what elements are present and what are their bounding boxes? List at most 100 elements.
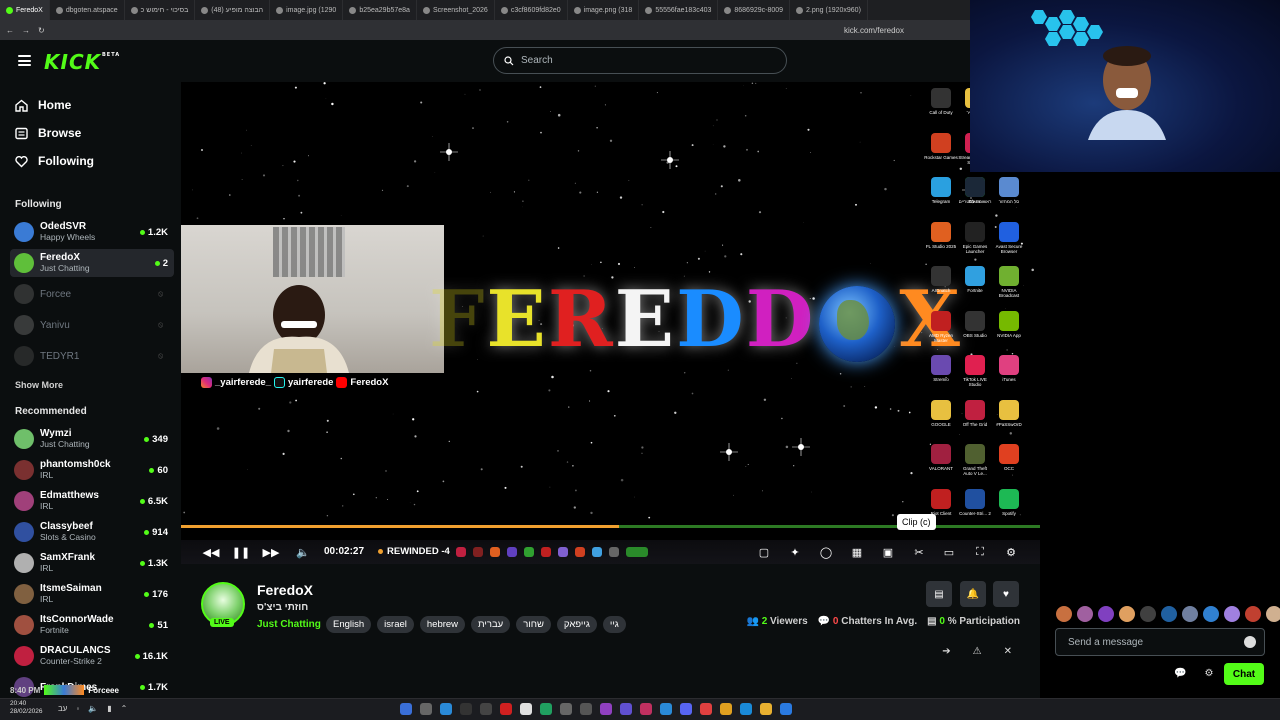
sidebar-channel-item[interactable]: TEDYR1 ⦸ <box>10 342 174 370</box>
browser-tab[interactable]: c3cf8609fd82e0 <box>495 0 568 20</box>
rewinded-indicator[interactable]: REWINDED -4 <box>378 546 450 557</box>
browser-tab[interactable]: 2.png (1920x960) <box>790 0 868 20</box>
sidebar-channel-item[interactable]: FeredoX Just Chatting 2 <box>10 249 174 277</box>
stream-title: חוזתי ביצ'ס <box>257 602 309 613</box>
channel-category: Slots & Casino <box>40 532 96 542</box>
channel-info: LIVE FeredoX חוזתי ביצ'ס Just Chatting E… <box>181 564 1040 720</box>
settings-gear-icon[interactable]: ⚙ <box>1204 668 1213 679</box>
browser-tab[interactable]: image.png (318 <box>568 0 640 20</box>
back-icon[interactable]: ← <box>6 26 14 35</box>
sidebar-channel-item[interactable]: SamXFrank IRL 1.3K <box>10 549 174 577</box>
desktop-app-icon: AMD Ryzen Master <box>924 310 958 343</box>
theater-mode-icon[interactable]: ▭ <box>941 544 957 560</box>
chat-message-input[interactable]: Send a message <box>1055 628 1265 656</box>
channel-category: IRL <box>40 594 54 604</box>
nav-browse[interactable]: Browse <box>15 126 81 140</box>
browser-tab[interactable]: Screenshot_2026 <box>417 0 495 20</box>
rewind-icon[interactable]: ◀◀ <box>203 544 220 560</box>
recommended-section-title: Recommended <box>15 406 87 417</box>
channel-name: DRACULANCS <box>40 645 111 656</box>
nav-following[interactable]: Following <box>15 154 94 168</box>
browser-tab[interactable]: dbgoten.atspace <box>50 0 125 20</box>
gift-sub-button[interactable]: ▤ <box>926 581 952 607</box>
fast-forward-icon[interactable]: ▶▶ <box>263 544 280 560</box>
show-more-button[interactable]: Show More <box>15 380 63 390</box>
sidebar-channel-item[interactable]: ItsConnorWade Fortnite 51 <box>10 611 174 639</box>
report-icon[interactable]: ⚠ <box>973 646 982 657</box>
stream-category[interactable]: Just Chatting <box>257 619 321 630</box>
desktop-app-icon: NVIDIA Broadcast <box>992 266 1026 298</box>
kick-logo[interactable]: KICK BETA <box>44 50 119 74</box>
sidebar-channel-item[interactable]: Classybeef Slots & Casino 914 <box>10 518 174 546</box>
sidebar-channel-item[interactable]: phantomsh0ck IRL 60 <box>10 456 174 484</box>
nav-home[interactable]: Home <box>15 98 71 112</box>
stats-icon[interactable]: ▦ <box>849 544 865 560</box>
follow-button[interactable]: ♥ <box>993 581 1019 607</box>
channel-name[interactable]: FeredoX <box>257 582 313 598</box>
sidebar-channel-item[interactable]: Wymzi Just Chatting 349 <box>10 425 174 453</box>
tag-pill[interactable]: עברית <box>471 616 511 633</box>
channel-actions: ➔ ⚠ ✕ <box>942 646 1012 657</box>
youtube-icon <box>336 377 348 388</box>
sidebar-channel-item[interactable]: Edmatthews IRL 6.5K <box>10 487 174 515</box>
sparkle-icon[interactable]: ✦ <box>787 544 803 560</box>
browser-tab[interactable]: b25ea29b57e8a <box>343 0 417 20</box>
browser-tab[interactable]: הבוצה מופיע (48) <box>195 0 271 20</box>
speed-icon[interactable]: ◯ <box>818 544 834 560</box>
browser-tab[interactable]: 55556fae183c403 <box>639 0 719 20</box>
sidebar-channel-item[interactable]: ItsmeSaiman IRL 176 <box>10 580 174 608</box>
url-text[interactable]: kick.com/feredox <box>844 26 904 35</box>
desktop-app-icon: Off The Grid <box>958 399 992 427</box>
avatar <box>14 460 34 480</box>
browser-tab[interactable]: בסיכוי - חימוש כ <box>125 0 196 20</box>
pause-icon[interactable]: ❚❚ <box>232 544 250 560</box>
mute-icon[interactable]: ✕ <box>1004 646 1012 657</box>
following-section-title: Following <box>15 199 62 210</box>
browser-tab[interactable]: 8686929c-8009 <box>718 0 791 20</box>
tag-pill[interactable]: גיי <box>602 616 626 633</box>
emoji-icon[interactable] <box>1244 636 1256 648</box>
tag-pill[interactable]: גייפאק <box>556 616 597 633</box>
sidebar-channel-item[interactable]: Yanivu ⦸ <box>10 311 174 339</box>
viewer-count: 1.3K <box>139 558 168 569</box>
share-icon[interactable]: ➔ <box>942 646 950 657</box>
browser-tab[interactable]: image.jpg (1290 <box>270 0 344 20</box>
live-dot-icon <box>139 498 145 504</box>
browser-tab[interactable]: FeredoX <box>0 0 50 20</box>
favicon-icon <box>500 6 508 14</box>
tag-pill[interactable]: English <box>326 616 372 633</box>
viewer-count: 176 <box>144 589 168 600</box>
tag-pill[interactable]: israel <box>377 616 414 633</box>
pip-icon[interactable]: ▣ <box>880 544 896 560</box>
settings-gear-icon[interactable]: ⚙ <box>1003 544 1019 560</box>
site-header: KICK BETA Search <box>0 40 970 82</box>
reload-icon[interactable]: ↻ <box>38 26 45 35</box>
chat-send-button[interactable]: Chat <box>1224 663 1264 685</box>
desktop-app-icon: NVIDIA App <box>992 310 1026 338</box>
channel-name: SamXFrank <box>40 552 96 563</box>
forward-icon[interactable]: → <box>22 26 30 35</box>
tag-pill[interactable]: hebrew <box>419 616 466 633</box>
chat-bubble-icon[interactable]: 💬 <box>1174 668 1186 679</box>
avatar <box>14 284 34 304</box>
menu-icon[interactable] <box>18 55 31 66</box>
taskbar-apps <box>400 703 792 715</box>
desktop-app-icon: OCC <box>992 444 1026 471</box>
sidebar-channel-item[interactable]: OdedSVR Happy Wheels 1.2K <box>10 218 174 246</box>
fullscreen-icon[interactable]: ⛶ <box>972 544 988 560</box>
notification-button[interactable]: 🔔 <box>960 581 986 607</box>
video-player[interactable]: _yairferede_ yairferede FeredoX F E R E … <box>181 82 1040 564</box>
volume-icon[interactable]: 🔈 <box>295 544 311 560</box>
clip-icon[interactable]: ✂ <box>911 544 927 560</box>
desktop-app-icon: Epic Games Launcher <box>958 221 992 254</box>
desktop-app-icon: iTunes <box>992 355 1026 382</box>
system-clock[interactable]: 20:40 28/02/2026 <box>10 700 43 716</box>
tag-pill[interactable]: שחור <box>516 616 551 633</box>
desktop-app-icon: Call of Duty <box>924 88 958 115</box>
viewer-count: 1.2K <box>139 227 168 238</box>
sidebar-channel-item[interactable]: Forcee ⦸ <box>10 280 174 308</box>
live-dot-icon <box>144 591 150 597</box>
search-input[interactable]: Search <box>493 47 787 74</box>
crop-icon[interactable]: ▢ <box>756 544 772 560</box>
sidebar-channel-item[interactable]: DRACULANCS Counter-Strike 2 16.1K <box>10 642 174 670</box>
